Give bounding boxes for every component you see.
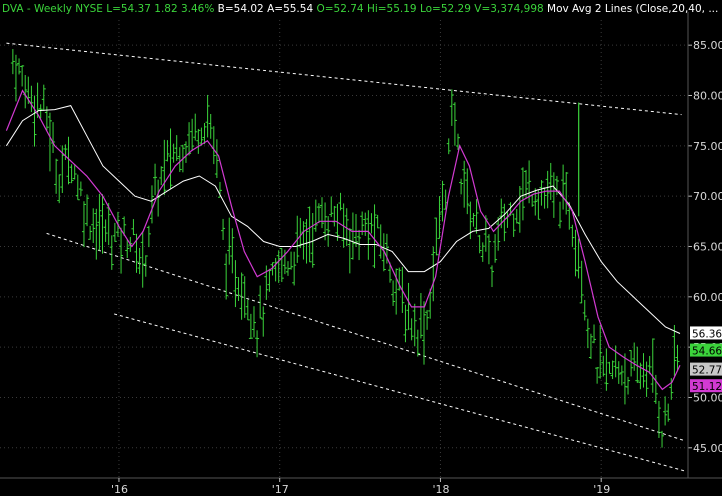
header-field-4: B=54.02 — [214, 3, 263, 15]
y-tick-label: 75.00 — [693, 140, 722, 153]
header-field-3: 3.46% — [178, 3, 215, 15]
x-tick-label: '16 — [111, 483, 128, 496]
header-field-8: Lo=52.29 — [417, 3, 471, 15]
header-field-10: Mov Avg 2 Lines (Close,20,40, — [544, 3, 705, 15]
y-tick-label: 70.00 — [693, 190, 722, 203]
price-tag-label: 51.12 — [692, 381, 722, 393]
y-tick-label: 80.00 — [693, 89, 722, 102]
header-field-5: A=55.54 — [264, 3, 314, 15]
price-tag-label: 56.36 — [692, 328, 722, 340]
y-tick-label: 45.00 — [693, 442, 722, 455]
header-field-2: 1.82 — [151, 3, 178, 15]
header-field-0: DVA - Weekly NYSE — [2, 3, 103, 15]
x-tick-label: '19 — [593, 483, 610, 496]
header-field-1: L=54.37 — [103, 3, 151, 15]
price-tag-label: 52.77 — [692, 365, 722, 377]
x-tick-label: '17 — [272, 483, 289, 496]
y-tick-label: 50.00 — [693, 391, 722, 404]
y-tick-label: 85.00 — [693, 39, 722, 52]
x-tick-label: '18 — [432, 483, 449, 496]
stock-chart: 45.0050.0055.0060.0065.0070.0075.0080.00… — [0, 0, 722, 496]
header-field-7: Hi=55.19 — [364, 3, 417, 15]
chart-background — [0, 0, 722, 496]
y-tick-label: 65.00 — [693, 240, 722, 253]
header-info: DVA - Weekly NYSE L=54.37 1.82 3.46% B=5… — [2, 3, 718, 15]
header-field-9: V=3,374,998 — [471, 3, 544, 15]
header-field-6: O=52.74 — [313, 3, 364, 15]
y-tick-label: 60.00 — [693, 291, 722, 304]
price-tag-label: 54.66 — [692, 346, 722, 358]
header-field-11: ... — [705, 3, 718, 15]
